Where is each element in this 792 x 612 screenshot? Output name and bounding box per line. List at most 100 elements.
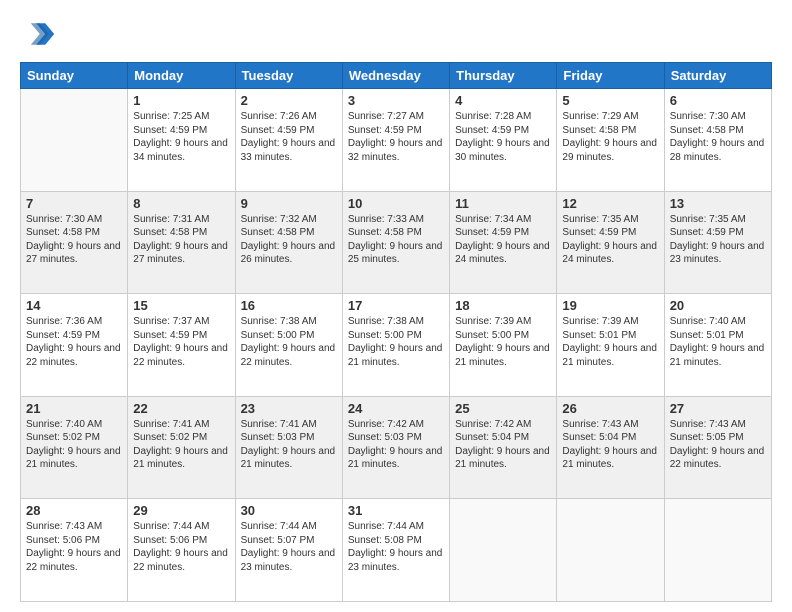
day-number: 24 [348,401,444,416]
day-info: Sunrise: 7:41 AM Sunset: 5:02 PM Dayligh… [133,418,229,472]
weekday-header: Thursday [450,63,557,89]
day-info: Sunrise: 7:26 AM Sunset: 4:59 PM Dayligh… [241,110,337,164]
day-info: Sunrise: 7:29 AM Sunset: 4:58 PM Dayligh… [562,110,658,164]
day-info: Sunrise: 7:40 AM Sunset: 5:02 PM Dayligh… [26,418,122,472]
calendar-cell: 3 Sunrise: 7:27 AM Sunset: 4:59 PM Daylig… [342,89,449,192]
day-info: Sunrise: 7:44 AM Sunset: 5:08 PM Dayligh… [348,520,444,574]
calendar-cell: 10 Sunrise: 7:33 AM Sunset: 4:58 PM Dayli… [342,191,449,294]
weekday-header: Friday [557,63,664,89]
calendar-cell: 22 Sunrise: 7:41 AM Sunset: 5:02 PM Dayli… [128,396,235,499]
calendar-week-row: 14Sunrise: 7:36 AM Sunset: 4:59 PM Dayli… [21,294,772,397]
day-info: Sunrise: 7:35 AM Sunset: 4:59 PM Dayligh… [562,213,658,267]
day-info: Sunrise: 7:28 AM Sunset: 4:59 PM Dayligh… [455,110,551,164]
calendar-week-row: 7Sunrise: 7:30 AM Sunset: 4:58 PM Daylig… [21,191,772,294]
calendar-week-row: 21Sunrise: 7:40 AM Sunset: 5:02 PM Dayli… [21,396,772,499]
day-info: Sunrise: 7:39 AM Sunset: 5:01 PM Dayligh… [562,315,658,369]
calendar-week-row: 28Sunrise: 7:43 AM Sunset: 5:06 PM Dayli… [21,499,772,602]
day-info: Sunrise: 7:33 AM Sunset: 4:58 PM Dayligh… [348,213,444,267]
day-number: 18 [455,298,551,313]
calendar-cell: 25 Sunrise: 7:42 AM Sunset: 5:04 PM Dayli… [450,396,557,499]
day-number: 9 [241,196,337,211]
calendar-cell: 12 Sunrise: 7:35 AM Sunset: 4:59 PM Dayli… [557,191,664,294]
day-number: 19 [562,298,658,313]
day-number: 22 [133,401,229,416]
day-number: 29 [133,503,229,518]
day-number: 7 [26,196,122,211]
weekday-header: Saturday [664,63,771,89]
calendar-cell: 13Sunrise: 7:35 AM Sunset: 4:59 PM Dayli… [664,191,771,294]
day-info: Sunrise: 7:41 AM Sunset: 5:03 PM Dayligh… [241,418,337,472]
day-number: 11 [455,196,551,211]
day-info: Sunrise: 7:35 AM Sunset: 4:59 PM Dayligh… [670,213,766,267]
calendar-cell: 4 Sunrise: 7:28 AM Sunset: 4:59 PM Daylig… [450,89,557,192]
calendar-cell: 15 Sunrise: 7:37 AM Sunset: 4:59 PM Dayli… [128,294,235,397]
page: SundayMondayTuesdayWednesdayThursdayFrid… [0,0,792,612]
day-number: 25 [455,401,551,416]
day-info: Sunrise: 7:42 AM Sunset: 5:04 PM Dayligh… [455,418,551,472]
day-info: Sunrise: 7:40 AM Sunset: 5:01 PM Dayligh… [670,315,766,369]
calendar-cell: 1Sunrise: 7:25 AM Sunset: 4:59 PM Daylig… [128,89,235,192]
day-number: 3 [348,93,444,108]
day-number: 27 [670,401,766,416]
day-number: 23 [241,401,337,416]
weekday-header: Tuesday [235,63,342,89]
day-number: 14 [26,298,122,313]
day-info: Sunrise: 7:30 AM Sunset: 4:58 PM Dayligh… [670,110,766,164]
calendar-cell: 17 Sunrise: 7:38 AM Sunset: 5:00 PM Dayli… [342,294,449,397]
day-info: Sunrise: 7:31 AM Sunset: 4:58 PM Dayligh… [133,213,229,267]
day-info: Sunrise: 7:32 AM Sunset: 4:58 PM Dayligh… [241,213,337,267]
calendar-cell: 14Sunrise: 7:36 AM Sunset: 4:59 PM Dayli… [21,294,128,397]
day-number: 10 [348,196,444,211]
calendar-cell: 11 Sunrise: 7:34 AM Sunset: 4:59 PM Dayli… [450,191,557,294]
calendar-cell: 30 Sunrise: 7:44 AM Sunset: 5:07 PM Dayli… [235,499,342,602]
weekday-header: Monday [128,63,235,89]
day-info: Sunrise: 7:27 AM Sunset: 4:59 PM Dayligh… [348,110,444,164]
day-info: Sunrise: 7:37 AM Sunset: 4:59 PM Dayligh… [133,315,229,369]
calendar-cell [557,499,664,602]
day-number: 8 [133,196,229,211]
day-number: 4 [455,93,551,108]
calendar-cell: 9 Sunrise: 7:32 AM Sunset: 4:58 PM Daylig… [235,191,342,294]
day-number: 30 [241,503,337,518]
calendar-cell: 8 Sunrise: 7:31 AM Sunset: 4:58 PM Daylig… [128,191,235,294]
calendar-cell: 7Sunrise: 7:30 AM Sunset: 4:58 PM Daylig… [21,191,128,294]
calendar-cell: 5Sunrise: 7:29 AM Sunset: 4:58 PM Daylig… [557,89,664,192]
calendar-cell: 28Sunrise: 7:43 AM Sunset: 5:06 PM Dayli… [21,499,128,602]
day-info: Sunrise: 7:38 AM Sunset: 5:00 PM Dayligh… [348,315,444,369]
day-number: 17 [348,298,444,313]
day-info: Sunrise: 7:44 AM Sunset: 5:06 PM Dayligh… [133,520,229,574]
calendar-cell: 20 Sunrise: 7:40 AM Sunset: 5:01 PM Dayli… [664,294,771,397]
day-number: 6 [670,93,766,108]
weekday-header-row: SundayMondayTuesdayWednesdayThursdayFrid… [21,63,772,89]
day-number: 15 [133,298,229,313]
day-number: 1 [133,93,229,108]
header [20,16,772,52]
calendar-cell: 16 Sunrise: 7:38 AM Sunset: 5:00 PM Dayli… [235,294,342,397]
day-info: Sunrise: 7:43 AM Sunset: 5:05 PM Dayligh… [670,418,766,472]
day-info: Sunrise: 7:43 AM Sunset: 5:04 PM Dayligh… [562,418,658,472]
calendar-cell [21,89,128,192]
day-number: 28 [26,503,122,518]
day-info: Sunrise: 7:38 AM Sunset: 5:00 PM Dayligh… [241,315,337,369]
calendar-cell: 19 Sunrise: 7:39 AM Sunset: 5:01 PM Dayli… [557,294,664,397]
day-number: 16 [241,298,337,313]
calendar-cell: 2Sunrise: 7:26 AM Sunset: 4:59 PM Daylig… [235,89,342,192]
calendar-cell: 27 Sunrise: 7:43 AM Sunset: 5:05 PM Dayli… [664,396,771,499]
logo-icon [20,16,56,52]
calendar: SundayMondayTuesdayWednesdayThursdayFrid… [20,62,772,602]
day-info: Sunrise: 7:42 AM Sunset: 5:03 PM Dayligh… [348,418,444,472]
calendar-cell: 21Sunrise: 7:40 AM Sunset: 5:02 PM Dayli… [21,396,128,499]
day-number: 20 [670,298,766,313]
day-number: 26 [562,401,658,416]
logo [20,16,60,52]
day-number: 31 [348,503,444,518]
calendar-cell [450,499,557,602]
calendar-cell: 18Sunrise: 7:39 AM Sunset: 5:00 PM Dayli… [450,294,557,397]
calendar-cell: 6 Sunrise: 7:30 AM Sunset: 4:58 PM Daylig… [664,89,771,192]
day-info: Sunrise: 7:44 AM Sunset: 5:07 PM Dayligh… [241,520,337,574]
calendar-cell: 29 Sunrise: 7:44 AM Sunset: 5:06 PM Dayli… [128,499,235,602]
calendar-cell: 24 Sunrise: 7:42 AM Sunset: 5:03 PM Dayli… [342,396,449,499]
calendar-cell [664,499,771,602]
day-info: Sunrise: 7:34 AM Sunset: 4:59 PM Dayligh… [455,213,551,267]
day-number: 12 [562,196,658,211]
